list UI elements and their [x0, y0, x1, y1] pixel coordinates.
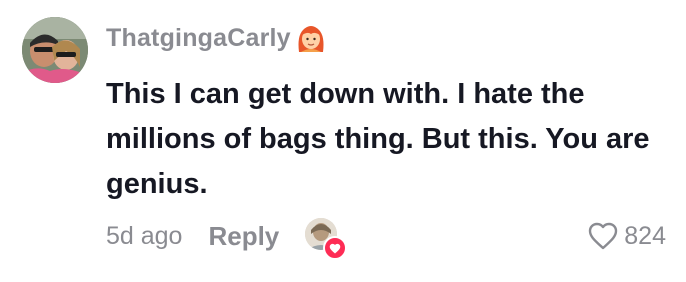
heart-badge-icon — [323, 236, 348, 260]
like-count: 824 — [624, 221, 666, 250]
heart-outline-icon[interactable] — [588, 222, 618, 250]
avatar[interactable] — [22, 17, 88, 83]
username[interactable]: ThatgingaCarly — [106, 24, 291, 53]
like-button[interactable]: 824 — [588, 216, 666, 256]
username-row: ThatgingaCarly — [106, 20, 327, 56]
red-haired-woman-emoji-icon — [295, 22, 327, 54]
reply-button[interactable]: Reply — [208, 221, 279, 252]
comment-text: This I can get down with. I hate the mil… — [106, 78, 650, 200]
timestamp: 5d ago — [106, 221, 183, 250]
creator-liked-indicator — [305, 218, 348, 260]
comment-actions: 5d ago Reply — [106, 216, 348, 260]
comment-item: ThatgingaCarly This I can get down with.… — [0, 0, 686, 282]
